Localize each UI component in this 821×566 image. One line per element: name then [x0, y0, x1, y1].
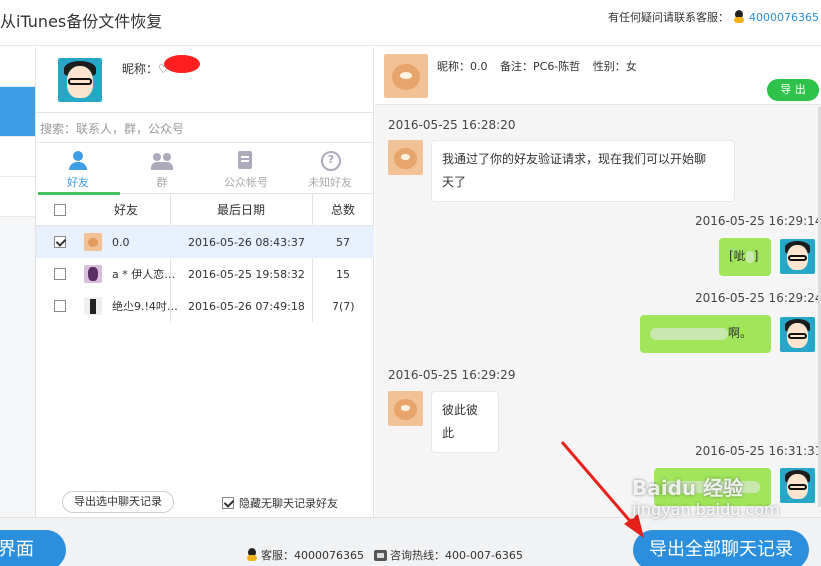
- left-nav-strip: [0, 47, 36, 517]
- nav-item[interactable]: [0, 47, 35, 87]
- tab-groups[interactable]: 群: [120, 143, 204, 194]
- unknown-friend-icon: [319, 151, 341, 171]
- message-text: 啊。: [728, 326, 753, 340]
- hotline-text: 咨询热线：400-007-6365: [390, 549, 523, 562]
- chat-panel: 昵称：0.0 备注：PC6-陈哲 性别：女 导 出 2016-05-25 16:…: [375, 47, 821, 517]
- message-bubble: 我通过了你的好友验证请求，现在我们可以开始聊 天了: [431, 140, 735, 202]
- group-icon: [151, 151, 173, 171]
- customer-service-text: 客服：4000076365: [261, 549, 364, 562]
- row-count: 15: [336, 267, 350, 281]
- row-name: 0.0: [112, 235, 130, 249]
- support-info: 有任何疑问请联系客服： 4000076365: [608, 9, 819, 25]
- tab-label: 公众帐号: [224, 176, 268, 189]
- contact-tabs: 好友 群 公众帐号 未知好友: [36, 143, 374, 195]
- row-date: 2016-05-25 19:58:32: [188, 267, 305, 281]
- hide-empty-label: 隐藏无聊天记录好友: [239, 497, 338, 510]
- message-bubble: [654, 468, 771, 506]
- nav-item-selected[interactable]: [0, 87, 35, 137]
- table-row[interactable]: 0.0 2016-05-26 08:43:37 57: [36, 226, 374, 258]
- contact-avatar: [84, 297, 102, 315]
- redaction-mark: [164, 55, 200, 73]
- contacts-panel: 昵称：♡ 搜索：联系人，群，公众号 好友 群 公众帐号 未知好友: [36, 47, 374, 517]
- message-time: 2016-05-25 16:29:29: [388, 368, 516, 382]
- row-checkbox[interactable]: [54, 300, 66, 312]
- my-profile: 昵称：♡: [36, 47, 373, 113]
- person-icon: [67, 151, 89, 171]
- message-text: 天了: [442, 175, 467, 189]
- customer-service: 客服：4000076365: [246, 547, 364, 563]
- row-checkbox[interactable]: [54, 268, 66, 280]
- message-text: [呲: [729, 249, 746, 263]
- message-text: 彼此彼此: [442, 403, 479, 440]
- bottom-bar: 界面 客服：4000076365 咨询热线：400-007-6365 导出全部聊…: [0, 517, 821, 566]
- search-input[interactable]: 搜索：联系人，群，公众号: [36, 113, 374, 143]
- back-to-main-button[interactable]: 界面: [0, 530, 66, 566]
- export-button[interactable]: 导 出: [767, 79, 819, 101]
- hotline: 咨询热线：400-007-6365: [374, 547, 523, 563]
- contact-gender: 性别：女: [592, 60, 637, 73]
- message-time: 2016-05-25 16:31:31: [695, 444, 821, 458]
- phone-icon: [374, 549, 387, 561]
- message-time: 2016-05-25 16:29:14: [695, 214, 821, 228]
- row-checkbox[interactable]: [54, 236, 66, 248]
- row-count: 7(7): [332, 299, 355, 313]
- tab-label: 未知好友: [308, 176, 352, 189]
- tab-official-accounts[interactable]: 公众帐号: [204, 143, 288, 194]
- row-date: 2016-05-26 08:43:37: [188, 235, 305, 249]
- my-avatar: [780, 468, 815, 503]
- tab-friends[interactable]: 好友: [36, 143, 120, 195]
- message-time: 2016-05-25 16:28:20: [388, 118, 516, 132]
- title-bar: 从iTunes备份文件恢复 有任何疑问请联系客服： 4000076365: [0, 0, 821, 46]
- export-selected-button[interactable]: 导出选中聊天记录: [62, 491, 174, 513]
- message-bubble: 彼此彼此: [431, 391, 499, 453]
- hide-empty-checkbox[interactable]: [222, 497, 234, 509]
- message-text: ]: [753, 249, 759, 263]
- chat-header: 昵称：0.0 备注：PC6-陈哲 性别：女 导 出: [375, 47, 821, 105]
- col-friend[interactable]: 好友: [114, 194, 138, 225]
- col-count[interactable]: 总数: [331, 194, 355, 225]
- app-window: 从iTunes备份文件恢复 有任何疑问请联系客服： 4000076365 昵称：…: [0, 0, 821, 566]
- nickname-label: 昵称：: [122, 62, 159, 76]
- select-all-checkbox[interactable]: [54, 203, 66, 216]
- row-name: 绝尐9.!4吋…: [112, 300, 178, 313]
- export-all-button[interactable]: 导出全部聊天记录: [633, 530, 809, 566]
- support-label: 有任何疑问请联系客服：: [608, 11, 729, 24]
- window-title: 从iTunes备份文件恢复: [0, 12, 163, 31]
- contact-avatar: [388, 140, 423, 175]
- hide-empty-toggle[interactable]: 隐藏无聊天记录好友: [222, 495, 338, 511]
- col-last-date[interactable]: 最后日期: [217, 194, 265, 225]
- my-avatar: [58, 58, 102, 102]
- row-count: 57: [336, 235, 350, 249]
- tab-label: 群: [156, 176, 168, 189]
- contact-remark: 备注：PC6-陈哲: [500, 60, 581, 73]
- message-bubble: 啊。: [640, 315, 771, 353]
- row-date: 2016-05-26 07:49:18: [188, 299, 305, 313]
- tab-unknown-friends[interactable]: 未知好友: [288, 143, 372, 194]
- tab-label: 好友: [67, 176, 89, 189]
- message-time: 2016-05-25 16:29:24: [695, 291, 821, 305]
- table-row[interactable]: 绝尐9.!4吋… 2016-05-26 07:49:18 7(7): [36, 290, 374, 322]
- qq-icon: [733, 10, 745, 24]
- my-avatar: [780, 317, 815, 352]
- contact-avatar: [388, 391, 423, 426]
- qq-icon: [246, 548, 258, 562]
- message-bubble: [呲]: [719, 238, 771, 276]
- my-avatar: [780, 239, 815, 274]
- nav-item[interactable]: [0, 137, 35, 177]
- contact-avatar: [384, 54, 428, 98]
- contact-nickname: 昵称：0.0: [437, 60, 488, 73]
- support-number[interactable]: 4000076365: [749, 11, 819, 24]
- row-name: a * 伊人恋…: [112, 268, 176, 281]
- message-text: 我通过了你的好友验证请求，现在我们可以开始聊: [442, 152, 707, 166]
- official-account-icon: [235, 151, 257, 171]
- contact-avatar: [84, 265, 102, 283]
- nav-item[interactable]: [0, 177, 35, 217]
- table-header: 好友 最后日期 总数: [36, 194, 374, 226]
- my-nickname: 昵称：♡: [122, 60, 169, 77]
- contact-info: 昵称：0.0 备注：PC6-陈哲 性别：女: [437, 58, 646, 74]
- table-row[interactable]: a * 伊人恋… 2016-05-25 19:58:32 15: [36, 258, 374, 290]
- contact-avatar: [84, 233, 102, 251]
